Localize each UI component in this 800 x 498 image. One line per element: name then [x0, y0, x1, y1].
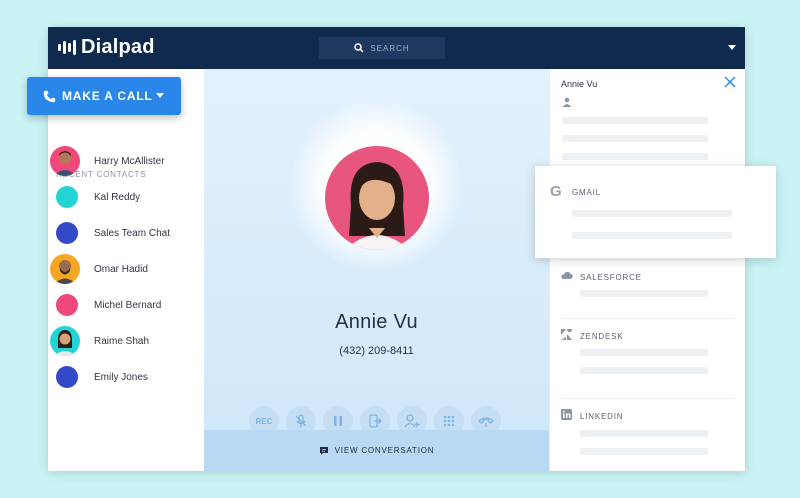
left-sidebar: RECENT CONTACTS Harry McAllister Kal Red…	[48, 69, 204, 471]
transfer-icon	[369, 414, 382, 428]
gmail-icon: G	[550, 183, 562, 200]
contact-name: Michel Bernard	[94, 299, 162, 311]
dialpad-logo[interactable]: Dialpad	[58, 36, 155, 59]
contact-avatar	[56, 186, 78, 208]
salesforce-icon	[561, 271, 573, 279]
contact-name: Kal Reddy	[94, 191, 141, 203]
section-divider	[561, 259, 735, 260]
pause-icon	[334, 416, 342, 426]
close-icon[interactable]	[723, 75, 737, 89]
caller-avatar	[325, 146, 429, 250]
contact-name: Sales Team Chat	[94, 227, 170, 239]
brand-name: Dialpad	[81, 36, 155, 58]
contact-avatar	[50, 254, 80, 284]
microphone-muted-icon	[295, 414, 307, 427]
placeholder-line	[562, 135, 708, 142]
contact-avatar	[56, 294, 78, 316]
record-label: REC	[255, 416, 273, 426]
active-call-panel: Annie Vu (432) 209-8411 REC VIEW CONVERS…	[204, 69, 549, 471]
placeholder-line	[580, 448, 708, 455]
caller-number: (432) 209-8411	[339, 345, 414, 357]
zendesk-label: ZENDESK	[580, 332, 624, 341]
placeholder-line	[580, 430, 708, 437]
account-menu-caret-icon[interactable]	[728, 45, 736, 50]
top-bar: Dialpad SEARCH	[48, 27, 745, 69]
section-divider	[561, 398, 735, 399]
search-placeholder: SEARCH	[370, 43, 410, 53]
person-icon	[562, 97, 572, 107]
contact-name: Emily Jones	[94, 371, 148, 383]
hang-up-icon	[478, 417, 494, 427]
contact-avatar	[56, 222, 78, 244]
contact-name: Omar Hadid	[94, 263, 148, 275]
details-contact-name: Annie Vu	[561, 79, 598, 89]
placeholder-line	[562, 117, 708, 124]
placeholder-line	[580, 290, 708, 297]
placeholder-line	[580, 367, 708, 374]
contact-item[interactable]: Michel Bernard	[48, 291, 204, 319]
contact-item[interactable]: Sales Team Chat	[48, 219, 204, 247]
contact-details-panel: Annie Vu SALESFORCE ZENDESK LINKEDIN	[549, 69, 745, 471]
contact-avatar	[50, 326, 80, 356]
contact-item[interactable]: Raime Shah	[48, 326, 204, 356]
contact-item[interactable]: Emily Jones	[48, 363, 204, 391]
contact-name: Harry McAllister	[94, 155, 165, 167]
phone-icon	[43, 90, 56, 102]
make-a-call-button[interactable]: MAKE A CALL	[27, 77, 181, 115]
chat-bubble-icon	[319, 446, 328, 455]
placeholder-line	[572, 232, 732, 239]
placeholder-line	[562, 153, 708, 160]
zendesk-icon	[561, 329, 572, 340]
placeholder-line	[572, 210, 732, 217]
add-person-icon	[404, 414, 420, 428]
contact-item[interactable]: Kal Reddy	[48, 183, 204, 211]
dialpad-logo-icon	[58, 40, 76, 55]
gmail-label: GMAIL	[572, 188, 601, 197]
placeholder-line	[580, 349, 708, 356]
view-conversation-button[interactable]: VIEW CONVERSATION	[204, 430, 549, 471]
view-conversation-label: VIEW CONVERSATION	[334, 446, 435, 455]
contact-avatar	[50, 146, 80, 176]
make-a-call-label: MAKE A CALL	[62, 89, 153, 103]
section-divider	[561, 318, 735, 319]
keypad-icon	[443, 415, 455, 427]
search-icon	[354, 43, 364, 53]
salesforce-label: SALESFORCE	[580, 273, 642, 282]
caller-name: Annie Vu	[335, 311, 418, 333]
search-field[interactable]: SEARCH	[319, 37, 445, 59]
contact-name: Raime Shah	[94, 335, 150, 347]
contact-avatar	[56, 366, 78, 388]
contact-item[interactable]: Harry McAllister	[48, 146, 204, 176]
linkedin-label: LINKEDIN	[580, 412, 624, 421]
contact-item[interactable]: Omar Hadid	[48, 254, 204, 284]
gmail-integration-card[interactable]: G GMAIL	[535, 166, 776, 258]
linkedin-icon	[561, 409, 572, 420]
chevron-down-icon	[156, 93, 164, 98]
